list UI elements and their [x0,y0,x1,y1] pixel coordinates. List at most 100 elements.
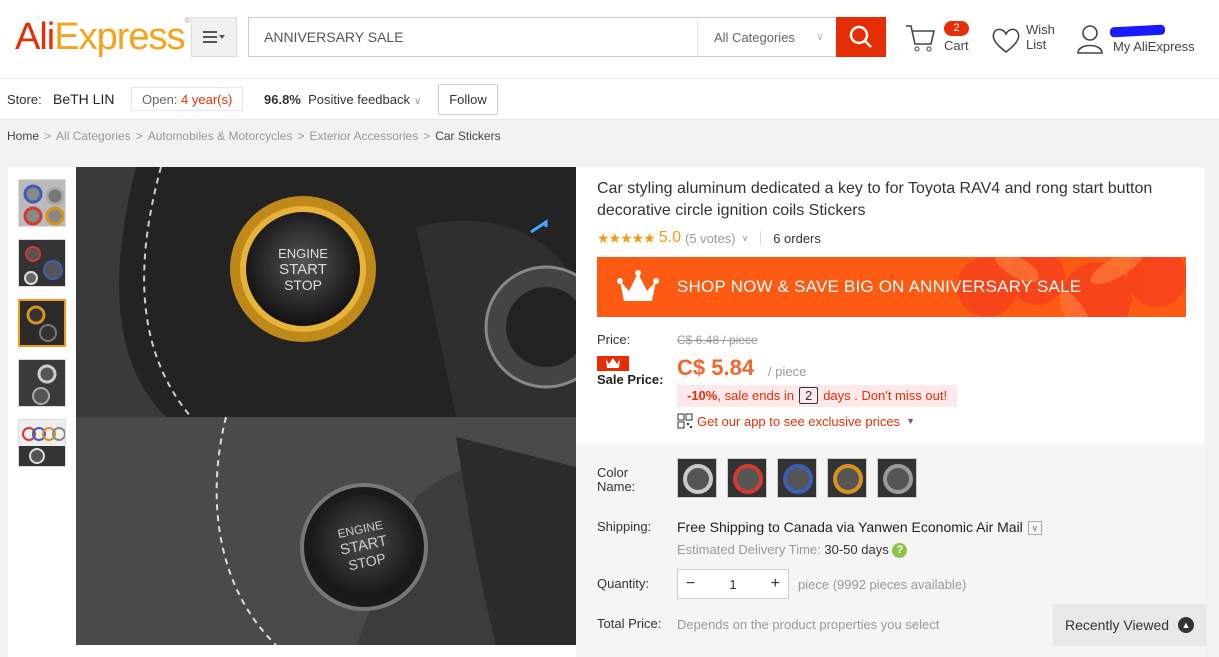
color-swatch-blue[interactable] [777,458,817,498]
thumbnail-5[interactable] [18,419,66,467]
breadcrumb-separator: > [135,129,143,143]
sale-price-label: Sale Price: [597,372,664,387]
product-title: Car styling aluminum dedicated a key to … [597,180,1153,219]
product-rating: ★★★★★ 5.0 (5 votes) ∨ 6 orders [597,229,821,247]
site-header: AliExpress® All Categories ∨ 2 Cart Wish… [0,0,1219,79]
color-swatch-red[interactable] [727,458,767,498]
wishlist-label: Wish List [1026,22,1055,52]
redacted-username [1109,24,1166,38]
qr-code-icon [677,413,693,429]
cart-icon [906,25,936,52]
estimated-delivery: Estimated Delivery Time: 30-50 days ? [677,542,908,559]
wishlist-label-line2: List [1026,37,1047,52]
logo-part-ali: Ali [15,16,55,58]
breadcrumb-exterior-accessories[interactable]: Exterior Accessories [310,129,419,143]
thumbnail-list [18,179,66,479]
breadcrumb-car-stickers[interactable]: Car Stickers [435,129,500,143]
shipping-option[interactable]: Free Shipping to Canada via Yanwen Econo… [677,519,1042,536]
anniversary-sale-banner[interactable]: SHOP NOW & SAVE BIG ON ANNIVERSARY SALE [597,257,1186,317]
cart-count-badge: 2 [944,21,969,36]
promo-days: 2 [798,387,819,404]
sale-price: C$ 5.84 [677,355,755,380]
feedback-label: Positive feedback [308,92,411,107]
original-price: C$ 6.48 / piece [677,333,758,347]
thumbnail-1[interactable] [18,179,66,227]
help-icon[interactable]: ? [892,543,908,559]
logo-part-express: Express [54,16,185,58]
thumbnail-2[interactable] [18,239,66,287]
store-bar: Store: BeTH LIN Open: 4 year(s) 96.8% Po… [0,79,1219,120]
discount-percent: -10% [687,388,718,403]
breadcrumb-home[interactable]: Home [7,129,39,143]
store-name-link[interactable]: BeTH LIN [53,91,114,107]
aliexpress-logo[interactable]: AliExpress® [15,16,191,59]
rating-votes-link[interactable]: (5 votes) [685,231,736,246]
chevron-down-icon[interactable]: ∨ [1027,521,1042,536]
crown-icon [617,270,659,301]
recently-viewed-button[interactable]: Recently Viewed ▲ [1053,604,1206,646]
open-years: 4 year(s) [181,92,233,107]
app-exclusive-price-link[interactable]: Get our app to see exclusive prices ▼ [677,413,915,429]
decrease-quantity-button[interactable]: − [686,575,695,593]
category-select-label: All Categories [714,30,795,45]
quantity-label: Quantity: [597,576,650,591]
chevron-up-icon: ▲ [1178,617,1194,633]
breadcrumb-separator: > [423,129,431,143]
promo-text-end: days . Don't miss out! [823,388,948,403]
divider [760,231,762,245]
thumbnail-4[interactable] [18,359,66,407]
total-price-label: Total Price: [597,616,662,631]
breadcrumb-automobiles[interactable]: Automobiles & Motorcycles [148,129,293,143]
wishlist-label-line1: Wish [1026,22,1055,37]
eta-label: Estimated Delivery Time: [677,542,821,557]
breadcrumb-separator: > [44,129,52,143]
store-open-duration: Open: 4 year(s) [131,87,244,111]
star-rating-icon: ★★★★★ [597,229,656,246]
cart-label: Cart [944,38,969,53]
color-swatch-gold[interactable] [827,458,867,498]
category-menu-button[interactable] [191,17,237,57]
increase-quantity-button[interactable]: + [771,575,780,593]
order-count: 6 orders [773,230,821,246]
search-input[interactable] [249,18,698,56]
shipping-label: Shipping: [597,519,652,534]
caret-down-icon: ▼ [906,416,915,426]
engine-label: ENGINE [278,246,328,261]
product-main-image[interactable]: ENGINE START STOP ENGINE START STOP [76,167,576,645]
chevron-down-icon: ∨ [741,232,749,243]
banner-text: SHOP NOW & SAVE BIG ON ANNIVERSARY SALE [677,277,1082,296]
recently-viewed-label: Recently Viewed [1065,617,1170,633]
category-select[interactable]: All Categories ∨ [697,17,837,57]
follow-button[interactable]: Follow [438,84,498,115]
positive-feedback[interactable]: 96.8% Positive feedback ∨ [264,92,421,107]
total-price-value: Depends on the product properties you se… [677,617,940,632]
stop-label: STOP [284,277,322,293]
start-label: START [279,261,327,278]
feedback-percentage: 96.8% [264,92,301,107]
chevron-down-icon: ∨ [414,96,422,107]
thumbnail-3-selected[interactable] [18,299,66,347]
breadcrumb-separator: > [297,129,305,143]
heart-icon [992,28,1020,54]
quantity-input[interactable]: 1 [729,577,736,592]
free-shipping-text: Free Shipping [677,519,765,535]
search-button[interactable] [836,17,886,57]
hamburger-icon [203,31,225,43]
available-quantity: piece (9992 pieces available) [798,577,967,592]
breadcrumb-all-categories[interactable]: All Categories [56,129,131,143]
user-icon [1077,25,1103,54]
open-label: Open: [142,92,178,107]
account-label: My AliExpress [1113,39,1195,54]
price-label: Price: [597,332,631,347]
rating-score: 5.0 [658,229,682,246]
logo-mark: ® [184,16,191,25]
color-swatch-gray[interactable] [877,458,917,498]
shipping-method-text: to Canada via Yanwen Economic Air Mail [768,519,1023,535]
breadcrumb: Home > All Categories > Automobiles & Motorc… [7,129,501,143]
color-swatch-silver[interactable] [677,458,717,498]
search-icon [849,25,872,48]
quantity-stepper: − 1 + [677,569,789,599]
app-text: Get our app to see exclusive prices [697,413,901,429]
sale-unit: / piece [768,364,807,379]
store-label: Store: [7,92,42,107]
